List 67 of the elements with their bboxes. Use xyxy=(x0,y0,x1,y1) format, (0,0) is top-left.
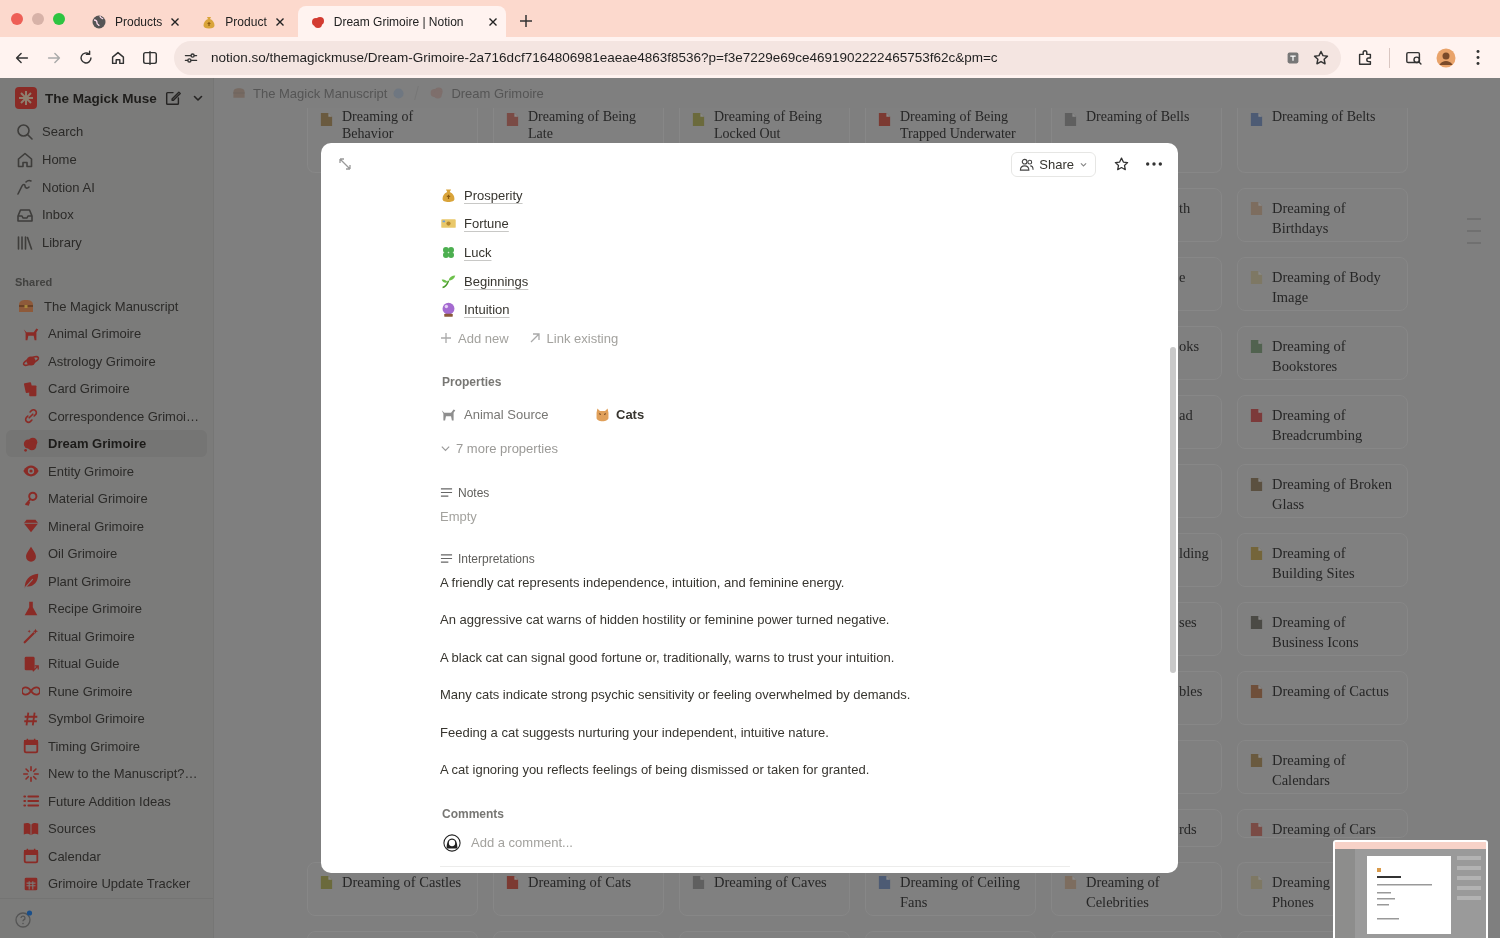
add-new-button[interactable]: Add new xyxy=(440,330,509,346)
sidebar-item[interactable]: Recipe Grimoire xyxy=(6,594,207,623)
section-heading: Comments xyxy=(441,805,505,823)
paragraph: Many cats indicate strong psychic sensitivity or feeling overwhelmed by demands. xyxy=(440,686,911,705)
board-card[interactable]: Dreaming of Cars xyxy=(1237,809,1408,838)
paragraph: A black cat can signal good fortune or, traditionally, warns to trust your intuition. xyxy=(440,648,895,667)
sidebar-item[interactable]: Ritual Guide xyxy=(6,649,207,678)
sidebar-item[interactable]: Timing Grimoire xyxy=(6,732,207,760)
section-label: Shared xyxy=(14,275,54,291)
empty-value[interactable]: Empty xyxy=(440,504,477,529)
sidebar-item[interactable]: Rune Grimoire xyxy=(6,677,207,705)
field-label: Interpretations xyxy=(458,551,535,566)
comment-field[interactable]: Add a comment... xyxy=(471,835,771,851)
board-card[interactable]: Dreaming of Business Icons xyxy=(1237,602,1408,656)
property-name[interactable]: Animal Source xyxy=(440,406,594,424)
sidebar-item[interactable]: Notion AI xyxy=(0,173,213,202)
sidebar-item[interactable]: Grimoire Update Tracker xyxy=(6,869,207,898)
sidebar-item[interactable]: Oil Grimoire xyxy=(6,539,207,568)
field-label: Notes xyxy=(458,485,490,500)
board-card[interactable]: Dreaming of Calendars xyxy=(1237,740,1408,794)
tab[interactable]: Products xyxy=(79,6,189,37)
board-card[interactable]: Dreaming of Birthdays xyxy=(1237,188,1408,242)
relation-link[interactable]: Intuition xyxy=(464,302,510,318)
sidebar-item[interactable]: Plant Grimoire xyxy=(6,567,207,595)
sidebar-item[interactable]: Inbox xyxy=(0,201,213,229)
relation-link[interactable]: Luck xyxy=(464,245,492,260)
board-card[interactable]: Dreaming of Breadcrumbing xyxy=(1237,395,1408,449)
board-card[interactable]: Dreaming of Bookstores xyxy=(1237,326,1408,380)
sidebar-item[interactable]: Calendar xyxy=(6,842,207,870)
board-card[interactable]: Dreaming of Belts xyxy=(1237,108,1408,173)
paragraph: Feeding a cat suggests nurturing your independent, intuitive nature. xyxy=(440,723,829,742)
tab[interactable]: Dream Grimoire | Notion xyxy=(297,6,506,37)
share-button[interactable]: Share xyxy=(1011,151,1096,177)
paragraph: A friendly cat represents independence, intuition, and feminine energy. xyxy=(440,573,845,592)
sidebar-item[interactable]: Card Grimoire xyxy=(6,374,207,403)
relation-link[interactable]: Prosperity xyxy=(464,187,523,203)
sidebar-item[interactable]: Astrology Grimoire xyxy=(6,347,207,375)
workspace-name[interactable]: The Magick Muse xyxy=(41,90,157,106)
sidebar-item[interactable]: Animal Grimoire xyxy=(6,319,207,348)
sidebar-item[interactable]: Material Grimoire xyxy=(6,484,207,513)
sidebar-item[interactable]: Library xyxy=(0,228,213,257)
paragraph: A cat ignoring you reflects feelings of being dismissed or taken for granted. xyxy=(440,761,870,780)
sidebar-item[interactable]: Future Addition Ideas xyxy=(6,787,207,815)
board-card[interactable]: Dreaming Phones xyxy=(1237,862,1333,916)
property-value[interactable]: Cats xyxy=(594,406,645,424)
sidebar-item[interactable]: Sources xyxy=(6,814,207,843)
relation-link[interactable]: Beginnings xyxy=(464,273,529,289)
sidebar-item[interactable]: Entity Grimoire xyxy=(6,457,207,485)
link-existing-button[interactable]: Link existing xyxy=(528,330,619,346)
sidebar-item[interactable]: Correspondence Grimoi… xyxy=(6,402,207,430)
sidebar-item[interactable]: The Magick Manuscript xyxy=(6,292,207,320)
more-properties-button[interactable]: 7 more properties xyxy=(440,434,1178,463)
board-card[interactable]: Dreaming of Building Sites xyxy=(1237,533,1408,587)
sidebar-item[interactable]: Symbol Grimoire xyxy=(6,704,207,733)
section-heading: Properties xyxy=(441,373,503,391)
tab[interactable]: Product xyxy=(189,6,293,37)
board-card[interactable]: Dreaming of Cactus xyxy=(1237,671,1408,725)
sidebar-item[interactable]: New to the Manuscript?… xyxy=(6,759,207,788)
sidebar-item[interactable]: Search xyxy=(0,118,213,146)
sidebar-item[interactable]: Home xyxy=(0,145,213,174)
board-card[interactable]: Dreaming of Broken Glass xyxy=(1237,464,1408,518)
relation-link[interactable]: Fortune xyxy=(464,216,509,232)
sidebar-item[interactable]: Ritual Grimoire xyxy=(6,622,207,650)
sidebar-item[interactable]: Dream Grimoire xyxy=(6,429,207,458)
board-card[interactable]: Dreaming of Body Image xyxy=(1237,257,1408,311)
paragraph: An aggressive cat warns of hidden hostility or feminine power turned negative. xyxy=(440,611,890,630)
sidebar-item[interactable]: Mineral Grimoire xyxy=(6,512,207,540)
